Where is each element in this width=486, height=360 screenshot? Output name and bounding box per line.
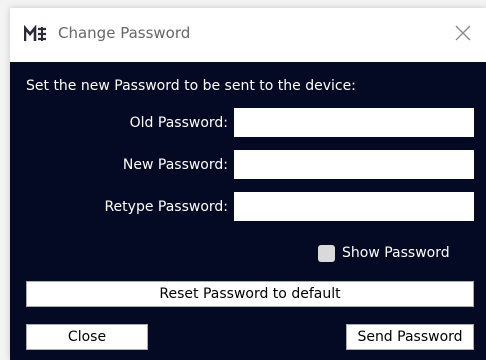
dialog-content: Set the new Password to be sent to the d…: [10, 62, 486, 360]
show-password-checkbox-box[interactable]: [318, 244, 335, 262]
new-password-label: New Password:: [122, 157, 228, 173]
new-password-input[interactable]: [234, 150, 474, 179]
reset-password-button[interactable]: Reset Password to default: [26, 281, 474, 307]
close-icon[interactable]: [452, 22, 474, 44]
show-password-checkbox[interactable]: Show Password: [318, 242, 450, 264]
change-password-window: Change Password Set the new Password to …: [10, 8, 486, 360]
old-password-label: Old Password:: [129, 115, 228, 131]
window-title: Change Password: [58, 24, 191, 42]
retype-password-input[interactable]: [234, 192, 474, 221]
old-password-input[interactable]: [234, 108, 474, 137]
show-password-label: Show Password: [342, 245, 450, 261]
nordic-logo-icon: [24, 25, 46, 41]
send-password-button[interactable]: Send Password: [346, 324, 474, 350]
retype-password-label: Retype Password:: [104, 199, 228, 215]
instruction-text: Set the new Password to be sent to the d…: [26, 78, 356, 94]
close-button[interactable]: Close: [26, 324, 148, 350]
title-bar: Change Password: [10, 8, 486, 62]
